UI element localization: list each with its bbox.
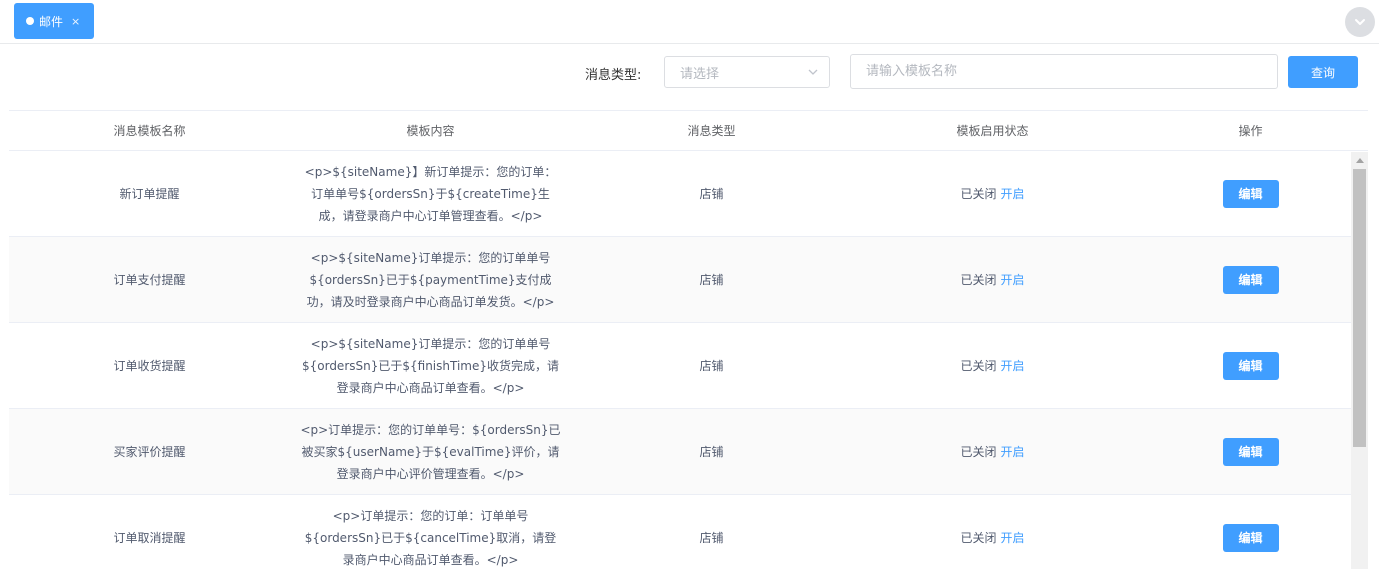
template-name: 订单取消提醒 bbox=[113, 531, 186, 545]
template-content: <p>${siteName}】新订单提示：您的订单：订单单号${ordersSn… bbox=[304, 164, 557, 223]
query-button[interactable]: 查询 bbox=[1288, 56, 1358, 88]
message-type: 店铺 bbox=[699, 273, 724, 287]
table-row: 订单支付提醒 <p>${siteName}订单提示：您的订单单号${orders… bbox=[9, 237, 1368, 323]
message-type-label: 消息类型: bbox=[585, 68, 642, 83]
status-text: 已关闭 bbox=[960, 531, 997, 545]
header-status: 模板启用状态 bbox=[956, 124, 1029, 138]
edit-button[interactable]: 编辑 bbox=[1222, 351, 1279, 380]
status-text: 已关闭 bbox=[960, 445, 997, 459]
enable-link[interactable]: 开启 bbox=[1001, 531, 1025, 545]
header-action: 操作 bbox=[1238, 124, 1263, 138]
edit-button[interactable]: 编辑 bbox=[1222, 437, 1279, 466]
template-name: 订单支付提醒 bbox=[113, 273, 186, 287]
header-content: 模板内容 bbox=[406, 123, 455, 138]
template-name: 买家评价提醒 bbox=[113, 445, 186, 459]
template-content: <p>${siteName}订单提示：您的订单单号${ordersSn}已于${… bbox=[306, 250, 555, 309]
status-text: 已关闭 bbox=[960, 273, 997, 287]
message-type: 店铺 bbox=[699, 187, 724, 201]
table-body: 新订单提醒 <p>${siteName}】新订单提示：您的订单：订单单号${or… bbox=[9, 151, 1368, 569]
table-header: 消息模板名称 模板内容 消息类型 模板启用状态 操作 bbox=[9, 110, 1368, 151]
enable-link[interactable]: 开启 bbox=[1001, 273, 1025, 287]
template-content: <p>${siteName}订单提示：您的订单单号${ordersSn}已于${… bbox=[301, 336, 559, 395]
table-row: 新订单提醒 <p>${siteName}】新订单提示：您的订单：订单单号${or… bbox=[9, 151, 1368, 237]
header-name: 消息模板名称 bbox=[113, 124, 186, 138]
template-content: <p>订单提示：您的订单单号：${ordersSn}已被买家${userName… bbox=[300, 422, 561, 481]
enable-link[interactable]: 开启 bbox=[1001, 359, 1025, 373]
scroll-thumb[interactable] bbox=[1353, 169, 1366, 447]
template-name: 新订单提醒 bbox=[119, 187, 180, 201]
chevron-down-icon[interactable] bbox=[1345, 7, 1375, 37]
edit-button[interactable]: 编辑 bbox=[1222, 523, 1279, 552]
message-type-select[interactable]: 请选择 bbox=[664, 56, 830, 88]
template-table: 消息模板名称 模板内容 消息类型 模板启用状态 操作 新订单提醒 <p>${si… bbox=[9, 110, 1368, 569]
tab-close-icon[interactable]: × bbox=[71, 15, 80, 28]
header-type: 消息类型 bbox=[687, 124, 736, 138]
template-content: <p>订单提示：您的订单：订单单号${ordersSn}已于${cancelTi… bbox=[304, 508, 557, 567]
edit-button[interactable]: 编辑 bbox=[1222, 179, 1279, 208]
edit-button[interactable]: 编辑 bbox=[1222, 265, 1279, 294]
tab-label: 邮件 bbox=[39, 14, 64, 29]
enable-link[interactable]: 开启 bbox=[1001, 187, 1025, 201]
enable-link[interactable]: 开启 bbox=[1001, 445, 1025, 459]
active-dot-icon bbox=[26, 17, 34, 25]
chevron-down-icon bbox=[807, 66, 819, 82]
tab-bar: 邮件 × bbox=[0, 0, 1379, 44]
table-row: 订单收货提醒 <p>${siteName}订单提示：您的订单单号${orders… bbox=[9, 323, 1368, 409]
status-text: 已关闭 bbox=[960, 359, 997, 373]
message-type: 店铺 bbox=[699, 359, 724, 373]
template-name-input[interactable] bbox=[850, 54, 1278, 89]
status-text: 已关闭 bbox=[960, 187, 997, 201]
tab-mail[interactable]: 邮件 × bbox=[14, 3, 94, 39]
select-placeholder: 请选择 bbox=[680, 66, 720, 82]
message-type: 店铺 bbox=[699, 445, 724, 459]
table-scrollbar[interactable] bbox=[1351, 152, 1368, 569]
table-row: 买家评价提醒 <p>订单提示：您的订单单号：${ordersSn}已被买家${u… bbox=[9, 409, 1368, 495]
scroll-up-arrow-icon[interactable] bbox=[1351, 152, 1368, 168]
message-type: 店铺 bbox=[699, 531, 724, 545]
template-name: 订单收货提醒 bbox=[113, 359, 186, 373]
table-row: 订单取消提醒 <p>订单提示：您的订单：订单单号${ordersSn}已于${c… bbox=[9, 495, 1368, 569]
